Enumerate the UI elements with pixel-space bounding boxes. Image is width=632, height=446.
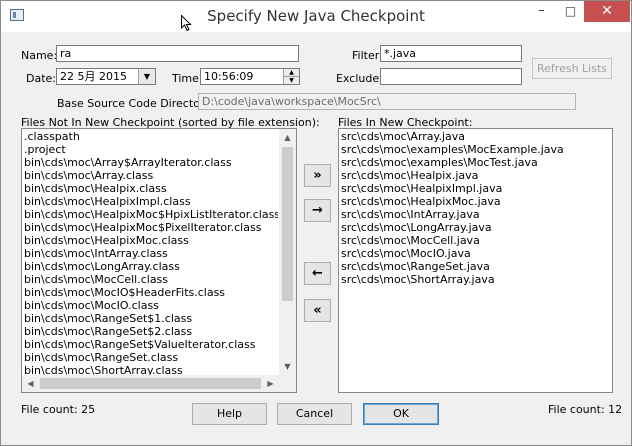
left-vertical-scrollbar[interactable]: ▲ ▼	[279, 129, 296, 375]
refresh-lists-button[interactable]: Refresh Lists	[532, 58, 612, 79]
remove-all-button[interactable]: «	[304, 299, 331, 322]
left-list-item[interactable]: bin\cds\moc\LongArray.class	[22, 260, 278, 273]
left-list-item[interactable]: .project	[22, 143, 278, 156]
filter-input[interactable]: *.java	[380, 45, 522, 62]
left-list-item[interactable]: bin\cds\moc\MocIO$HeaderFits.class	[22, 286, 278, 299]
left-list-item[interactable]: bin\cds\moc\HealpixMoc$HpixListIterator.…	[22, 208, 278, 221]
left-list-item[interactable]: bin\cds\moc\ShortArray.class	[22, 364, 278, 375]
left-list-item[interactable]: bin\cds\moc\Healpix.class	[22, 182, 278, 195]
scroll-left-arrow-icon[interactable]: ◀	[22, 375, 39, 392]
exclude-label: Exclude:	[336, 72, 383, 85]
left-list-item[interactable]: bin\cds\moc\Array$ArrayIterator.class	[22, 156, 278, 169]
left-file-list[interactable]: .classpath .project bin\cds\moc\Array$Ar…	[21, 128, 297, 393]
exclude-input[interactable]	[380, 68, 522, 85]
right-list-item[interactable]: src\cds\moc\examples\MocTest.java	[339, 156, 610, 169]
time-spinner[interactable]: ▲ ▼	[283, 69, 299, 84]
right-list-item[interactable]: src\cds\moc\MocIO.java	[339, 247, 610, 260]
left-list-item[interactable]: bin\cds\moc\HealpixImpl.class	[22, 195, 278, 208]
left-vertical-scroll-thumb[interactable]	[282, 147, 293, 301]
maximize-button[interactable]: □	[556, 1, 585, 23]
right-list-item[interactable]: src\cds\moc\HealpixImpl.java	[339, 182, 610, 195]
right-list-item[interactable]: src\cds\moc\HealpixMoc.java	[339, 195, 610, 208]
cancel-button[interactable]: Cancel	[277, 403, 352, 425]
ok-button[interactable]: OK	[363, 403, 439, 425]
left-list-item[interactable]: bin\cds\moc\HealpixMoc$PixelIterator.cla…	[22, 221, 278, 234]
left-file-items: .classpath .project bin\cds\moc\Array$Ar…	[22, 130, 278, 375]
time-down-arrow-icon[interactable]: ▼	[284, 77, 299, 84]
dialog-window: Specify New Java Checkpoint – □ ✕ Name: …	[0, 0, 632, 446]
right-list-item[interactable]: src\cds\moc\LongArray.java	[339, 221, 610, 234]
minimize-button[interactable]: –	[527, 1, 556, 23]
right-list-item[interactable]: src\cds\moc\examples\MocExample.java	[339, 143, 610, 156]
left-list-item[interactable]: bin\cds\moc\RangeSet$2.class	[22, 325, 278, 338]
filter-label: Filter:	[352, 49, 383, 62]
date-value: 22 5月 2015	[60, 70, 127, 83]
time-value: 10:56:09	[204, 70, 254, 83]
scrollbar-corner	[279, 375, 296, 392]
scroll-down-arrow-icon[interactable]: ▼	[279, 358, 296, 375]
date-label: Date:	[26, 72, 56, 85]
right-list-item[interactable]: src\cds\moc\Array.java	[339, 130, 610, 143]
right-file-items: src\cds\moc\Array.java src\cds\moc\examp…	[339, 130, 610, 391]
name-label: Name:	[21, 49, 58, 62]
title-bar[interactable]: Specify New Java Checkpoint – □ ✕	[1, 1, 631, 32]
left-file-count: File count: 25	[21, 403, 96, 416]
right-list-item[interactable]: src\cds\moc\MocCell.java	[339, 234, 610, 247]
left-list-item[interactable]: bin\cds\moc\IntArray.class	[22, 247, 278, 260]
left-list-item[interactable]: bin\cds\moc\MocCell.class	[22, 273, 278, 286]
mouse-cursor-icon	[181, 15, 192, 32]
left-list-item[interactable]: .classpath	[22, 130, 278, 143]
left-horizontal-scroll-thumb[interactable]	[40, 378, 261, 389]
date-picker[interactable]: 22 5月 2015 ▼	[56, 68, 156, 85]
left-list-item[interactable]: bin\cds\moc\RangeSet$1.class	[22, 312, 278, 325]
time-up-arrow-icon[interactable]: ▲	[284, 69, 299, 77]
left-horizontal-scrollbar[interactable]: ◀ ▶	[22, 375, 279, 392]
right-list-item[interactable]: src\cds\moc\ShortArray.java	[339, 273, 610, 286]
add-all-button[interactable]: »	[304, 164, 331, 187]
remove-selected-button[interactable]: ←	[304, 262, 331, 285]
date-dropdown-button[interactable]: ▼	[138, 69, 155, 84]
base-dir-label: Base Source Code Directory:	[57, 97, 214, 110]
left-list-item[interactable]: bin\cds\moc\HealpixMoc.class	[22, 234, 278, 247]
scroll-right-arrow-icon[interactable]: ▶	[262, 375, 279, 392]
right-list-item[interactable]: src\cds\moc\Healpix.java	[339, 169, 610, 182]
left-list-item[interactable]: bin\cds\moc\RangeSet$ValueIterator.class	[22, 338, 278, 351]
name-input[interactable]: ra	[56, 45, 299, 62]
right-file-list[interactable]: src\cds\moc\Array.java src\cds\moc\examp…	[338, 128, 613, 393]
right-list-item[interactable]: src\cds\moc\IntArray.java	[339, 208, 610, 221]
scroll-up-arrow-icon[interactable]: ▲	[279, 129, 296, 146]
left-list-item[interactable]: bin\cds\moc\MocIO.class	[22, 299, 278, 312]
right-file-count: File count: 12	[548, 403, 623, 416]
time-input[interactable]: 10:56:09 ▲ ▼	[200, 68, 300, 85]
left-list-item[interactable]: bin\cds\moc\RangeSet.class	[22, 351, 278, 364]
right-list-item[interactable]: src\cds\moc\RangeSet.java	[339, 260, 610, 273]
close-button[interactable]: ✕	[584, 1, 630, 22]
left-list-item[interactable]: bin\cds\moc\Array.class	[22, 169, 278, 182]
add-selected-button[interactable]: →	[304, 199, 331, 222]
time-label: Time:	[172, 72, 203, 85]
help-button[interactable]: Help	[192, 403, 267, 425]
base-dir-input[interactable]: D:\code\java\workspace\MocSrc\	[198, 93, 576, 110]
